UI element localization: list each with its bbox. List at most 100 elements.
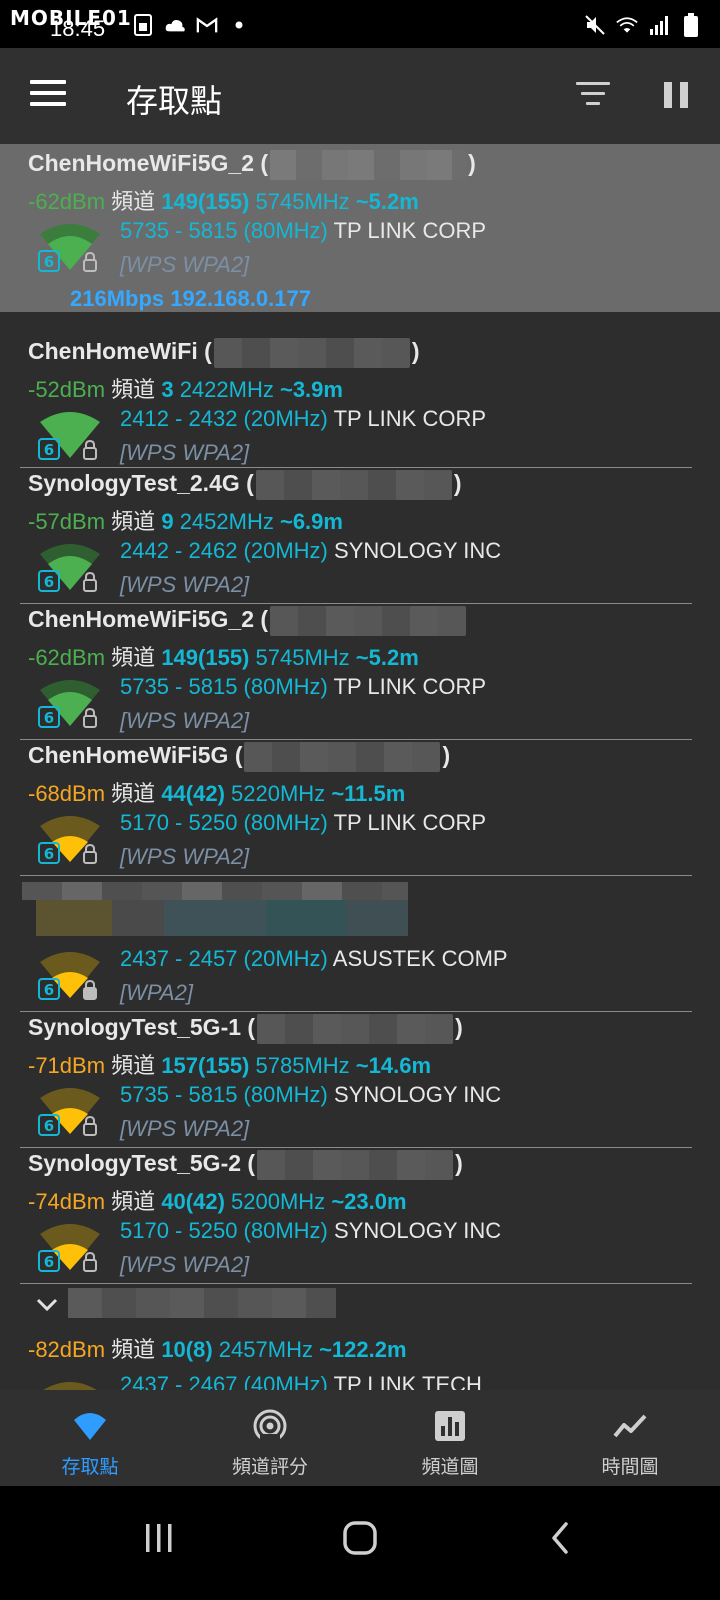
nav-channel-rating[interactable]: 頻道評分: [180, 1390, 360, 1486]
access-point-list[interactable]: ChenHomeWiFi5G_2 () -62dBm 頻道 149(155) 5…: [0, 144, 720, 1390]
pause-icon[interactable]: [664, 82, 688, 108]
nav-label: 存取點: [61, 1456, 119, 1478]
ap-vendor: SYNOLOGY INC: [334, 1218, 502, 1243]
ap-vendor: TP LINK CORP: [333, 218, 487, 243]
ap-bssid-open: (: [247, 1014, 256, 1041]
access-point-item[interactable]: ChenHomeWiFi5G () -68dBm 頻道 44(42) 5220M…: [0, 740, 720, 876]
wifi-icon: [74, 1413, 106, 1440]
ap-frequency: 2422MHz: [179, 377, 274, 402]
nav-access-points[interactable]: 存取點: [0, 1390, 180, 1486]
ap-frequency: 2457MHz: [218, 1337, 313, 1362]
ap-frequency: 5785MHz: [255, 1053, 350, 1078]
ap-bssid-open: (: [260, 150, 269, 177]
access-point-item[interactable]: SynologyTest_5G-1 () -71dBm 頻道 157(155) …: [0, 1012, 720, 1148]
lock-icon: [83, 980, 97, 1000]
ap-ssid: ChenHomeWiFi: [28, 338, 198, 365]
ap-range: 2442 - 2462 (20MHz): [120, 538, 328, 563]
wifi6-badge-icon: 6: [38, 250, 60, 272]
chevron-down-icon[interactable]: [34, 1296, 60, 1314]
channel-label: 頻道: [111, 1189, 156, 1214]
signal-strength-icon: [43, 1382, 97, 1390]
ap-security: [WPS WPA2]: [120, 1116, 250, 1141]
ap-ssid: ChenHomeWiFi5G: [28, 742, 229, 769]
ap-vendor: ASUSTEK COMP: [332, 946, 508, 971]
redacted-bssid: [270, 150, 467, 180]
ap-dbm: -68dBm: [28, 781, 106, 806]
svg-text:6: 6: [44, 573, 54, 591]
channel-label: 頻道: [111, 1337, 156, 1362]
signal-icon: [648, 14, 670, 36]
ap-ssid: ChenHomeWiFi5G_2: [28, 606, 255, 633]
ap-security: [WPS WPA2]: [120, 440, 250, 465]
redacted-bssid: [270, 606, 467, 636]
ap-channel: 149(155): [161, 189, 250, 214]
wifi6-badge-icon: 6: [38, 1250, 60, 1272]
ap-security: [WPA2]: [120, 980, 193, 1005]
ap-channel: 9: [161, 509, 174, 534]
ap-vendor: SYNOLOGY INC: [334, 1082, 502, 1107]
recents-button[interactable]: [144, 1520, 174, 1556]
ap-range: 2437 - 2457 (20MHz): [120, 946, 328, 971]
sim-icon: [132, 14, 154, 36]
ap-bssid-open: (: [260, 606, 269, 633]
lock-icon: [83, 844, 97, 864]
filter-icon[interactable]: [576, 82, 610, 110]
nav-label: 頻道圖: [421, 1456, 479, 1478]
access-point-item[interactable]: SynologyTest_5G-2 () -74dBm 頻道 40(42) 52…: [0, 1148, 720, 1284]
redacted-bssid: [257, 1150, 454, 1180]
ap-distance: ~3.9m: [279, 377, 343, 402]
ap-vendor: TP LINK CORP: [333, 810, 487, 835]
wifi6-badge-icon: 6: [38, 842, 60, 864]
lock-icon: [83, 708, 97, 728]
system-navigation: [0, 1486, 720, 1600]
access-point-item[interactable]: ChenHomeWiFi () -52dBm 頻道 3 2422MHz ~3.9…: [0, 320, 720, 468]
lock-icon: [83, 1116, 97, 1136]
ap-range: 2437 - 2467 (40MHz): [120, 1372, 328, 1390]
hamburger-icon[interactable]: [30, 80, 66, 110]
ap-bssid-close: ): [411, 338, 420, 365]
lock-icon: [83, 440, 97, 460]
ap-bssid-close: ): [453, 470, 462, 497]
access-point-item[interactable]: 6 2437 - 2457 (20MHz) ASUSTEK COMP [WPA2…: [0, 876, 720, 1012]
ap-range: 2412 - 2432 (20MHz): [120, 406, 328, 431]
gmail-icon: [196, 14, 218, 36]
ap-range: 5735 - 5815 (80MHz): [120, 218, 328, 243]
ap-channel: 149(155): [161, 645, 250, 670]
ap-vendor: TP LINK TECH: [333, 1372, 482, 1390]
ap-channel: 157(155): [161, 1053, 250, 1078]
svg-text:6: 6: [44, 1117, 54, 1135]
ap-bssid-open: (: [247, 1150, 256, 1177]
ap-channel: 3: [161, 377, 174, 402]
ap-bssid-close: ): [455, 1014, 463, 1041]
ap-ssid: SynologyTest_5G-2: [28, 1150, 242, 1177]
dot-icon: [228, 14, 250, 36]
access-point-item[interactable]: SynologyTest_2.4G () -57dBm 頻道 9 2452MHz…: [0, 468, 720, 604]
ap-security: [WPS WPA2]: [120, 844, 250, 869]
wifi-icon: [616, 14, 638, 36]
redacted-bssid: [244, 742, 441, 772]
channel-label: 頻道: [111, 509, 156, 534]
ap-ssid: ChenHomeWiFi5G_2: [28, 150, 255, 177]
ap-dbm: -52dBm: [28, 377, 106, 402]
channel-label: 頻道: [111, 781, 156, 806]
ap-frequency: 5200MHz: [231, 1189, 326, 1214]
ap-distance: ~122.2m: [319, 1337, 407, 1362]
ap-range: 5735 - 5815 (80MHz): [120, 674, 328, 699]
ap-bssid-open: (: [246, 470, 254, 497]
access-point-item[interactable]: ChenHomeWiFi5G_2 ( -62dBm 頻道 149(155) 57…: [0, 604, 720, 740]
ap-dbm: -82dBm: [28, 1337, 106, 1362]
access-point-group[interactable]: -82dBm 頻道 10(8) 2457MHz ~122.2m 2437 - 2…: [0, 1284, 720, 1390]
home-button[interactable]: [342, 1520, 378, 1556]
ap-bssid-open: (: [204, 338, 212, 365]
nav-time-graph[interactable]: 時間圖: [540, 1390, 720, 1486]
battery-icon: [680, 13, 702, 37]
back-button[interactable]: [548, 1520, 572, 1556]
nav-label: 時間圖: [601, 1456, 659, 1478]
ap-security: [WPS WPA2]: [120, 708, 250, 733]
nav-channel-graph[interactable]: 頻道圖: [360, 1390, 540, 1486]
ap-dbm: -71dBm: [28, 1053, 106, 1078]
wifi6-badge-icon: 6: [38, 978, 60, 1000]
ap-security: [WPS WPA2]: [120, 1252, 250, 1277]
access-point-item[interactable]: ChenHomeWiFi5G_2 () -62dBm 頻道 149(155) 5…: [0, 144, 720, 312]
ap-distance: ~5.2m: [355, 189, 419, 214]
